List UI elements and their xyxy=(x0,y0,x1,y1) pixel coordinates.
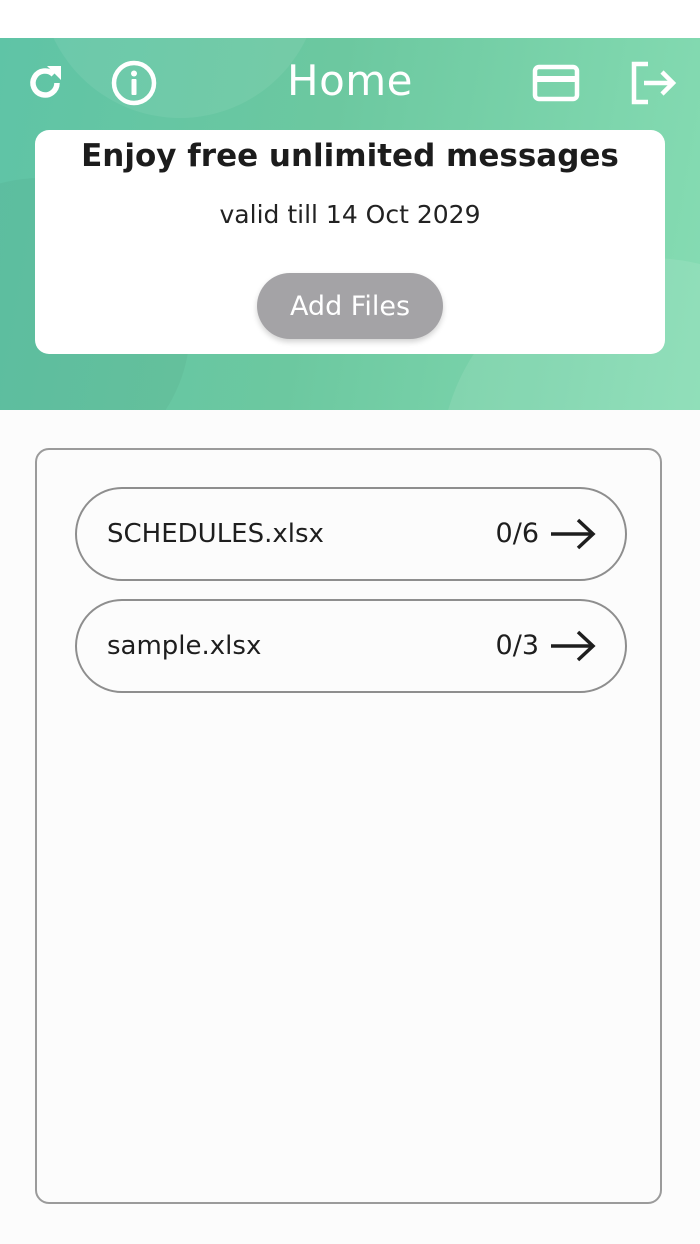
status-bar xyxy=(0,0,700,38)
promo-title: Enjoy free unlimited messages xyxy=(81,138,619,174)
logout-icon[interactable] xyxy=(628,58,678,108)
file-name: SCHEDULES.xlsx xyxy=(107,519,324,549)
add-files-button[interactable]: Add Files xyxy=(257,273,443,339)
file-progress: 0/6 xyxy=(495,518,539,549)
card-icon[interactable] xyxy=(531,58,581,108)
file-list-item[interactable]: SCHEDULES.xlsx 0/6 xyxy=(75,487,627,581)
info-icon[interactable] xyxy=(109,58,159,108)
validity-text: valid till 14 Oct 2029 xyxy=(219,200,481,229)
refresh-icon[interactable] xyxy=(20,58,70,108)
app-header: Home Enjoy free unlimited messages valid… xyxy=(0,38,700,410)
arrow-right-icon xyxy=(551,518,596,550)
files-list-panel: SCHEDULES.xlsx 0/6 sample.xlsx 0/3 xyxy=(35,448,662,1204)
arrow-right-icon xyxy=(551,630,596,662)
header-decoration xyxy=(40,38,320,118)
file-name: sample.xlsx xyxy=(107,631,262,661)
promo-card: Enjoy free unlimited messages valid till… xyxy=(35,130,665,354)
file-progress: 0/3 xyxy=(495,630,539,661)
file-list-item[interactable]: sample.xlsx 0/3 xyxy=(75,599,627,693)
